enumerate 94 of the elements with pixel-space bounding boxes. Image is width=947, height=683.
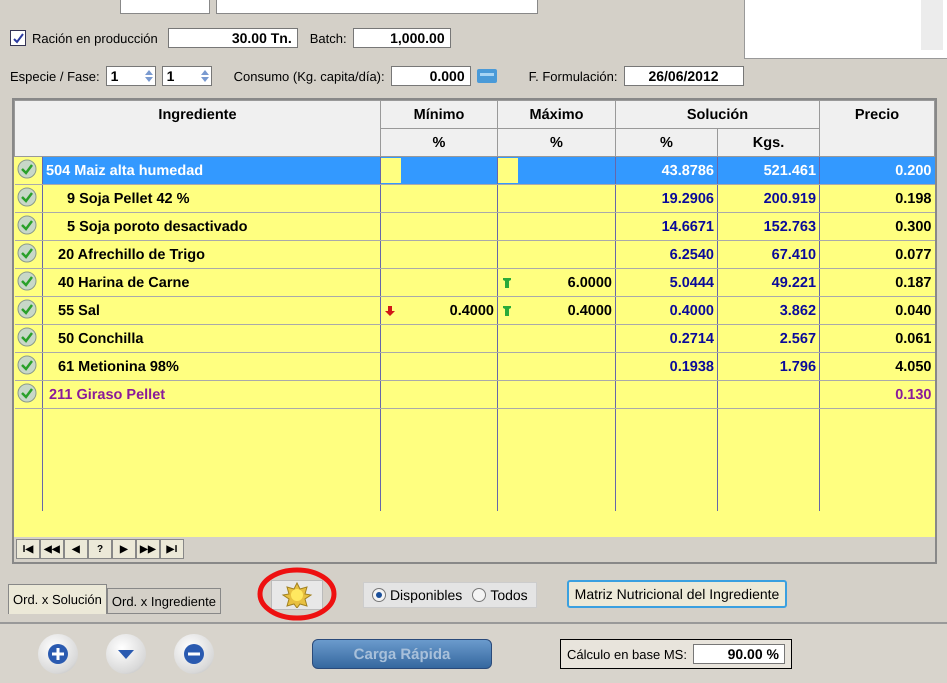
sort-tab[interactable]: Ord. x Solución [8,584,107,614]
check-circle-icon [16,326,36,346]
consumption-field[interactable]: 0.000 [390,66,471,86]
table-cell: 5.0444 [670,274,714,290]
species-label: Especie / Fase: [10,68,100,84]
input-field[interactable] [120,0,210,14]
table-cell[interactable]: 20 Afrechillo de Trigo [42,240,380,268]
table-cell: 49.221 [772,274,816,290]
ms-field[interactable]: 90.00 % [692,644,785,664]
radio-option[interactable]: Todos [472,587,528,603]
column-header: % [616,128,718,156]
table-cell: 200.919 [764,190,816,206]
add-button[interactable] [38,634,78,674]
column-header: % [498,128,616,156]
navigator-button[interactable]: ▶ [112,539,136,559]
amount-field[interactable]: 30.00 Tn. [168,28,298,48]
table-cell: 0.300 [895,218,932,234]
navigator-button[interactable]: ▶▶ [136,539,160,559]
radio-option[interactable]: Disponibles [372,587,462,603]
remove-button[interactable] [174,634,214,674]
check-circle-icon [16,214,36,234]
table-cell: 152.763 [764,218,816,234]
column-header: Kgs. [718,128,820,156]
table-cell: 0.040 [895,302,932,318]
table-cell: 0.1938 [670,358,714,374]
list-box[interactable] [744,0,947,59]
column-header: % [380,128,498,156]
table-cell: 0.4000 [450,302,494,318]
table-cell: 0.4000 [568,302,612,318]
input-field[interactable] [216,0,538,14]
table-cell: 0.187 [895,274,932,290]
navigator-button[interactable]: ◀◀ [40,539,64,559]
table-cell: 0.2714 [670,330,714,346]
table-cell: 3.862 [780,302,816,318]
check-circle-icon [16,354,36,374]
date-field[interactable]: 26/06/2012 [624,66,744,86]
table-cell: 4.050 [895,358,932,374]
table-cell[interactable]: 61 Metionina 98% [42,352,380,380]
ms-label: Cálculo en base MS: [567,646,687,662]
table-cell: 43.8786 [662,162,714,178]
table-cell: 2.567 [780,330,816,346]
navigator-button[interactable]: I◀ [16,539,40,559]
table-cell[interactable]: 9 Soja Pellet 42 % [42,184,380,212]
calculator-icon[interactable] [476,69,497,83]
table-cell: 6.2540 [670,246,714,262]
table-cell: 6.0000 [568,274,612,290]
table-cell: 0.198 [895,190,932,206]
column-header: Precio [820,100,934,156]
navigator-button[interactable]: ◀ [64,539,88,559]
spin-field[interactable]: 1 [162,66,212,86]
table-cell[interactable]: 50 Conchilla [42,324,380,352]
column-header: Mínimo [380,100,498,128]
consumption-label: Consumo (Kg. capita/día): [234,68,385,84]
navigator-button[interactable]: ? [88,539,112,559]
column-header: Ingrediente [14,100,380,156]
column-header: Solución [616,100,820,128]
table-cell: 1.796 [780,358,816,374]
spinner-arrows-icon[interactable] [198,68,211,84]
check-circle-icon [16,242,36,262]
cell-highlight [498,158,518,183]
table-cell: 14.6671 [662,218,714,234]
spinner-arrows-icon[interactable] [142,68,155,84]
sun-button[interactable] [270,580,323,610]
check-circle-icon [16,158,36,178]
check-circle-icon [16,186,36,206]
table-cell: 67.410 [772,246,816,262]
batch-label: Batch: [310,30,347,46]
check-circle-icon [16,270,36,290]
table-cell[interactable]: 55 Sal [42,296,380,324]
table-cell: 0.200 [895,162,932,178]
table-cell: 521.461 [764,162,816,178]
table-cell: 19.2906 [662,190,714,206]
minus-icon [183,643,205,665]
table-cell[interactable]: 211 Giraso Pellet [42,380,380,408]
sort-tab[interactable]: Ord. x Ingrediente [106,588,221,614]
batch-field[interactable]: 1,000.00 [352,28,451,48]
column-header: Máximo [498,100,616,128]
production-label: Ración en producción [32,30,158,46]
plus-icon [47,643,69,665]
down-button[interactable] [106,634,146,674]
spin-field[interactable]: 1 [106,66,156,86]
cell-highlight [381,158,401,183]
table-cell: 0.061 [895,330,932,346]
table-cell: 0.077 [895,246,932,262]
matrix-button[interactable]: Matriz Nutricional del Ingrediente [566,580,788,608]
table-cell[interactable]: 5 Soja poroto desactivado [42,212,380,240]
table-cell: 0.130 [895,386,932,402]
table-cell: 0.4000 [670,302,714,318]
navigator-button[interactable]: ▶I [160,539,184,559]
check-circle-icon [16,298,36,318]
check-circle-icon [16,382,36,402]
checkbox[interactable] [10,30,26,46]
date-label: F. Formulación: [528,68,618,84]
table-cell[interactable]: 40 Harina de Carne [42,268,380,296]
